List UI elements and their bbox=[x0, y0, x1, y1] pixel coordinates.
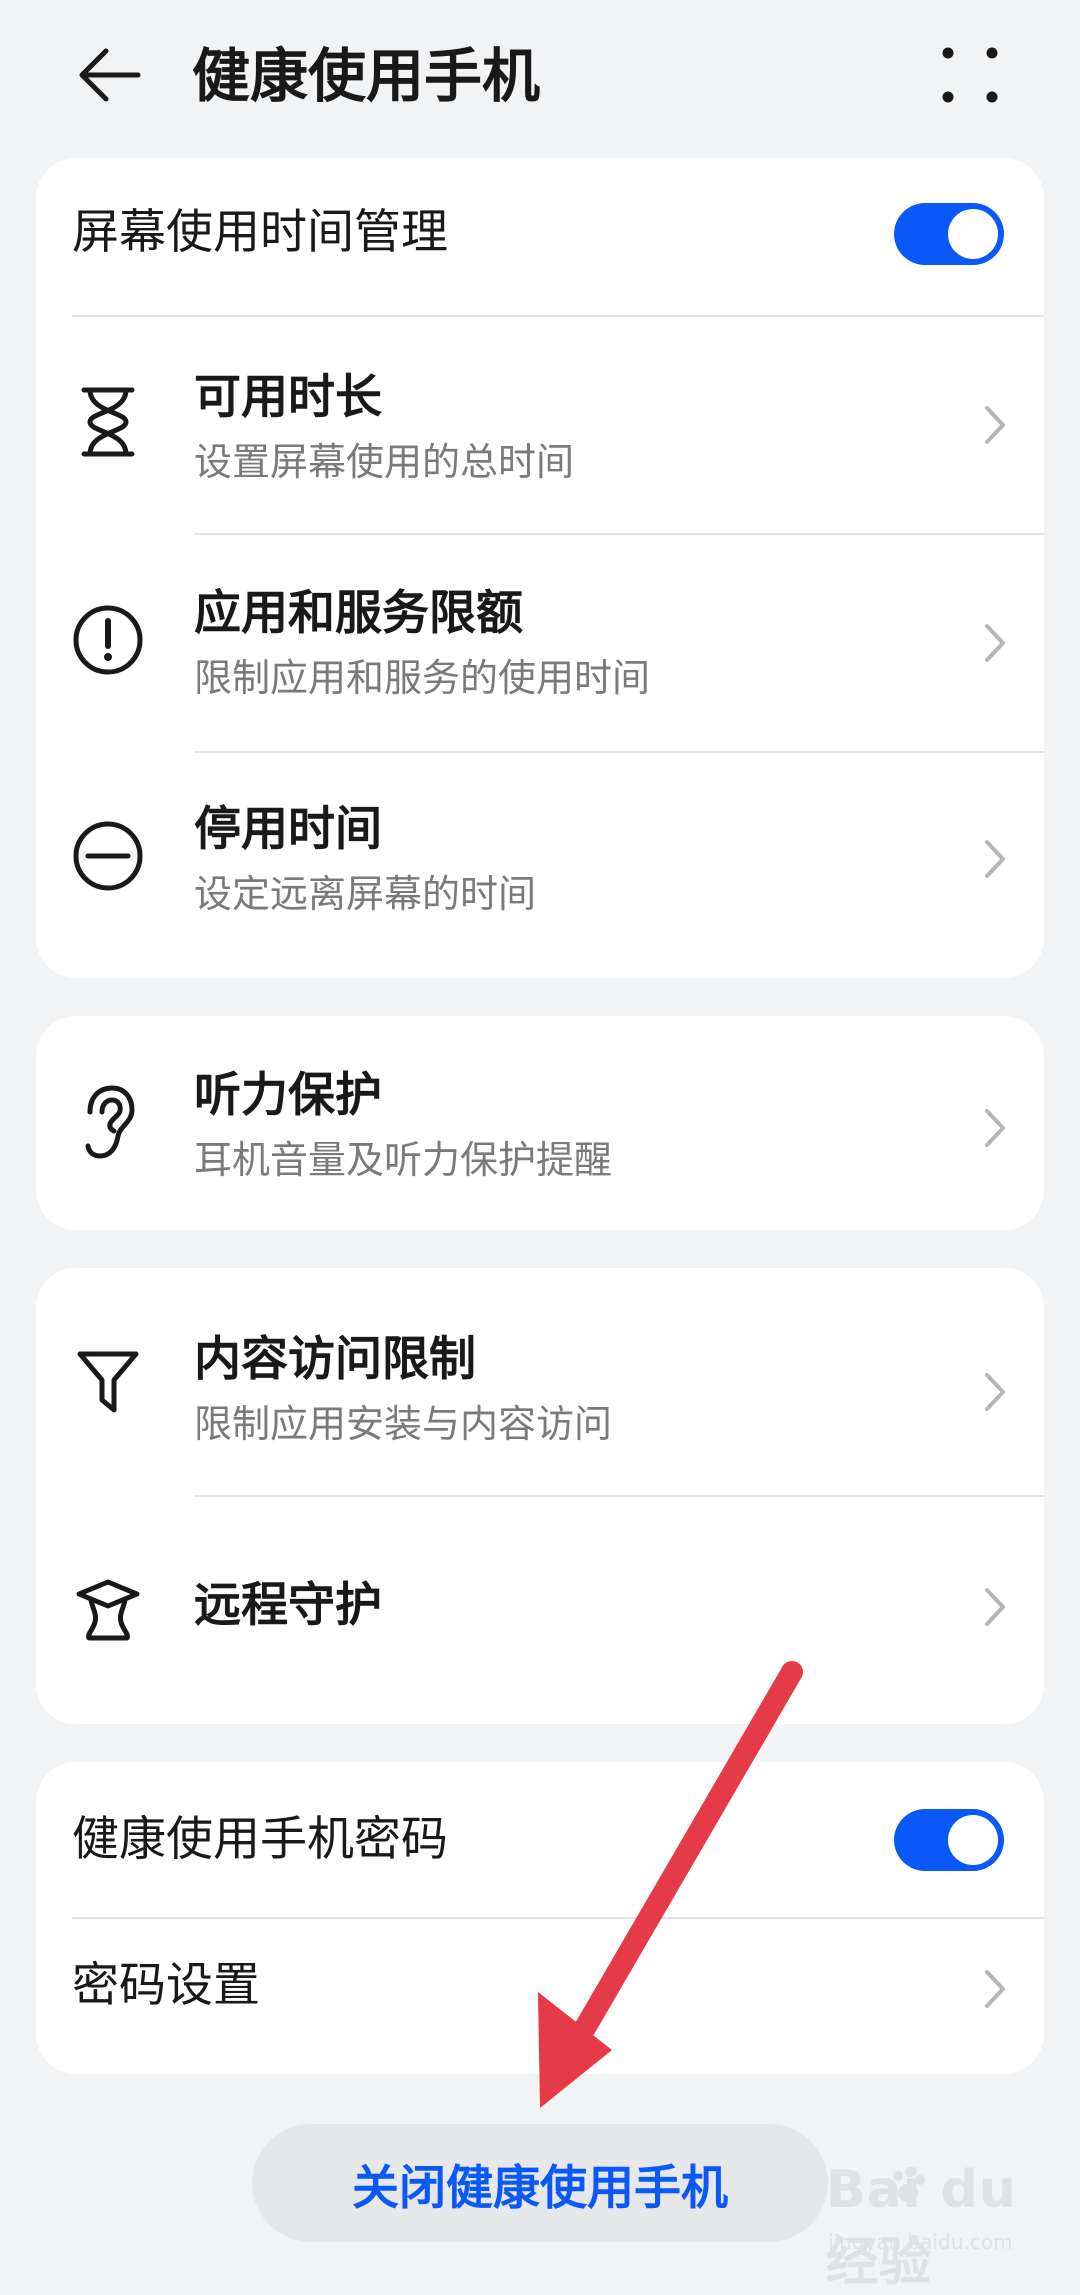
page-title: 健康使用手机 bbox=[192, 42, 541, 110]
watermark-logo: Bai du 经验 bbox=[826, 2160, 1017, 2293]
item-title: 内容访问限制 bbox=[194, 1332, 476, 1387]
list-item-hearing-protection[interactable]: 听力保护 耳机音量及听力保护提醒 bbox=[36, 1016, 1044, 1230]
item-title: 远程守护 bbox=[194, 1578, 382, 1633]
chevron-right-icon bbox=[980, 1582, 1010, 1632]
screen-time-card: 屏幕使用时间管理 可用时长 设置屏幕使用的总时间 应用和服务限额 限制应用和服务… bbox=[36, 158, 1044, 978]
item-subtitle: 设置屏幕使用的总时间 bbox=[194, 440, 575, 484]
chevron-right-icon bbox=[980, 1964, 1010, 2014]
password-settings-label: 密码设置 bbox=[72, 1958, 260, 2013]
toggle-knob bbox=[948, 1815, 998, 1865]
close-button-label: 关闭健康使用手机 bbox=[352, 2160, 728, 2216]
chevron-right-icon bbox=[980, 1367, 1010, 1417]
list-item-content-restrictions[interactable]: 内容访问限制 限制应用安装与内容访问 bbox=[36, 1268, 1044, 1496]
password-card: 健康使用手机密码 密码设置 bbox=[36, 1762, 1044, 2074]
more-options-button[interactable] bbox=[930, 35, 1010, 115]
hearing-card: 听力保护 耳机音量及听力保护提醒 bbox=[36, 1016, 1044, 1230]
item-title: 应用和服务限额 bbox=[194, 586, 523, 641]
top-bar: 健康使用手机 bbox=[0, 0, 1080, 150]
ear-icon bbox=[68, 1082, 148, 1162]
exclamation-circle-icon bbox=[68, 600, 148, 680]
paw-icon bbox=[893, 2167, 925, 2202]
item-title: 听力保护 bbox=[194, 1068, 382, 1123]
chevron-right-icon bbox=[980, 618, 1010, 668]
filter-icon bbox=[68, 1342, 148, 1422]
list-item-remote-guard[interactable]: 远程守护 bbox=[36, 1496, 1044, 1724]
hourglass-icon bbox=[68, 382, 148, 462]
list-item-downtime[interactable]: 停用时间 设定远离屏幕的时间 bbox=[36, 752, 1044, 978]
chevron-right-icon bbox=[980, 1103, 1010, 1153]
graduation-cap-icon bbox=[68, 1570, 148, 1650]
item-subtitle: 耳机音量及听力保护提醒 bbox=[194, 1138, 613, 1182]
more-dots-icon bbox=[942, 47, 998, 103]
screen-time-toggle-row[interactable]: 屏幕使用时间管理 bbox=[36, 158, 1044, 316]
close-healthy-usage-button[interactable]: 关闭健康使用手机 bbox=[252, 2124, 828, 2242]
password-settings-row[interactable]: 密码设置 bbox=[36, 1918, 1044, 2074]
chevron-right-icon bbox=[980, 834, 1010, 884]
content-card: 内容访问限制 限制应用安装与内容访问 远程守护 bbox=[36, 1268, 1044, 1724]
baidu-jingyan-watermark: Bai du 经验 jingyan.baidu.com bbox=[826, 2160, 1066, 2293]
item-subtitle: 设定远离屏幕的时间 bbox=[194, 872, 537, 916]
chevron-right-icon bbox=[980, 400, 1010, 450]
password-toggle-row[interactable]: 健康使用手机密码 bbox=[36, 1762, 1044, 1918]
item-subtitle: 限制应用和服务的使用时间 bbox=[194, 656, 651, 700]
list-item-available-duration[interactable]: 可用时长 设置屏幕使用的总时间 bbox=[36, 316, 1044, 534]
back-button[interactable] bbox=[70, 38, 150, 112]
screen-time-toggle[interactable] bbox=[894, 203, 1004, 265]
back-arrow-icon bbox=[79, 48, 141, 102]
watermark-url: jingyan.baidu.com bbox=[828, 2230, 1013, 2254]
password-toggle-label: 健康使用手机密码 bbox=[72, 1812, 448, 1867]
toggle-knob bbox=[948, 209, 998, 259]
item-title: 停用时间 bbox=[194, 802, 382, 857]
list-item-app-limits[interactable]: 应用和服务限额 限制应用和服务的使用时间 bbox=[36, 534, 1044, 752]
item-title: 可用时长 bbox=[194, 370, 382, 425]
item-subtitle: 限制应用安装与内容访问 bbox=[194, 1402, 613, 1446]
screen-time-toggle-label: 屏幕使用时间管理 bbox=[72, 205, 448, 260]
minus-circle-icon bbox=[68, 816, 148, 896]
password-toggle[interactable] bbox=[894, 1809, 1004, 1871]
